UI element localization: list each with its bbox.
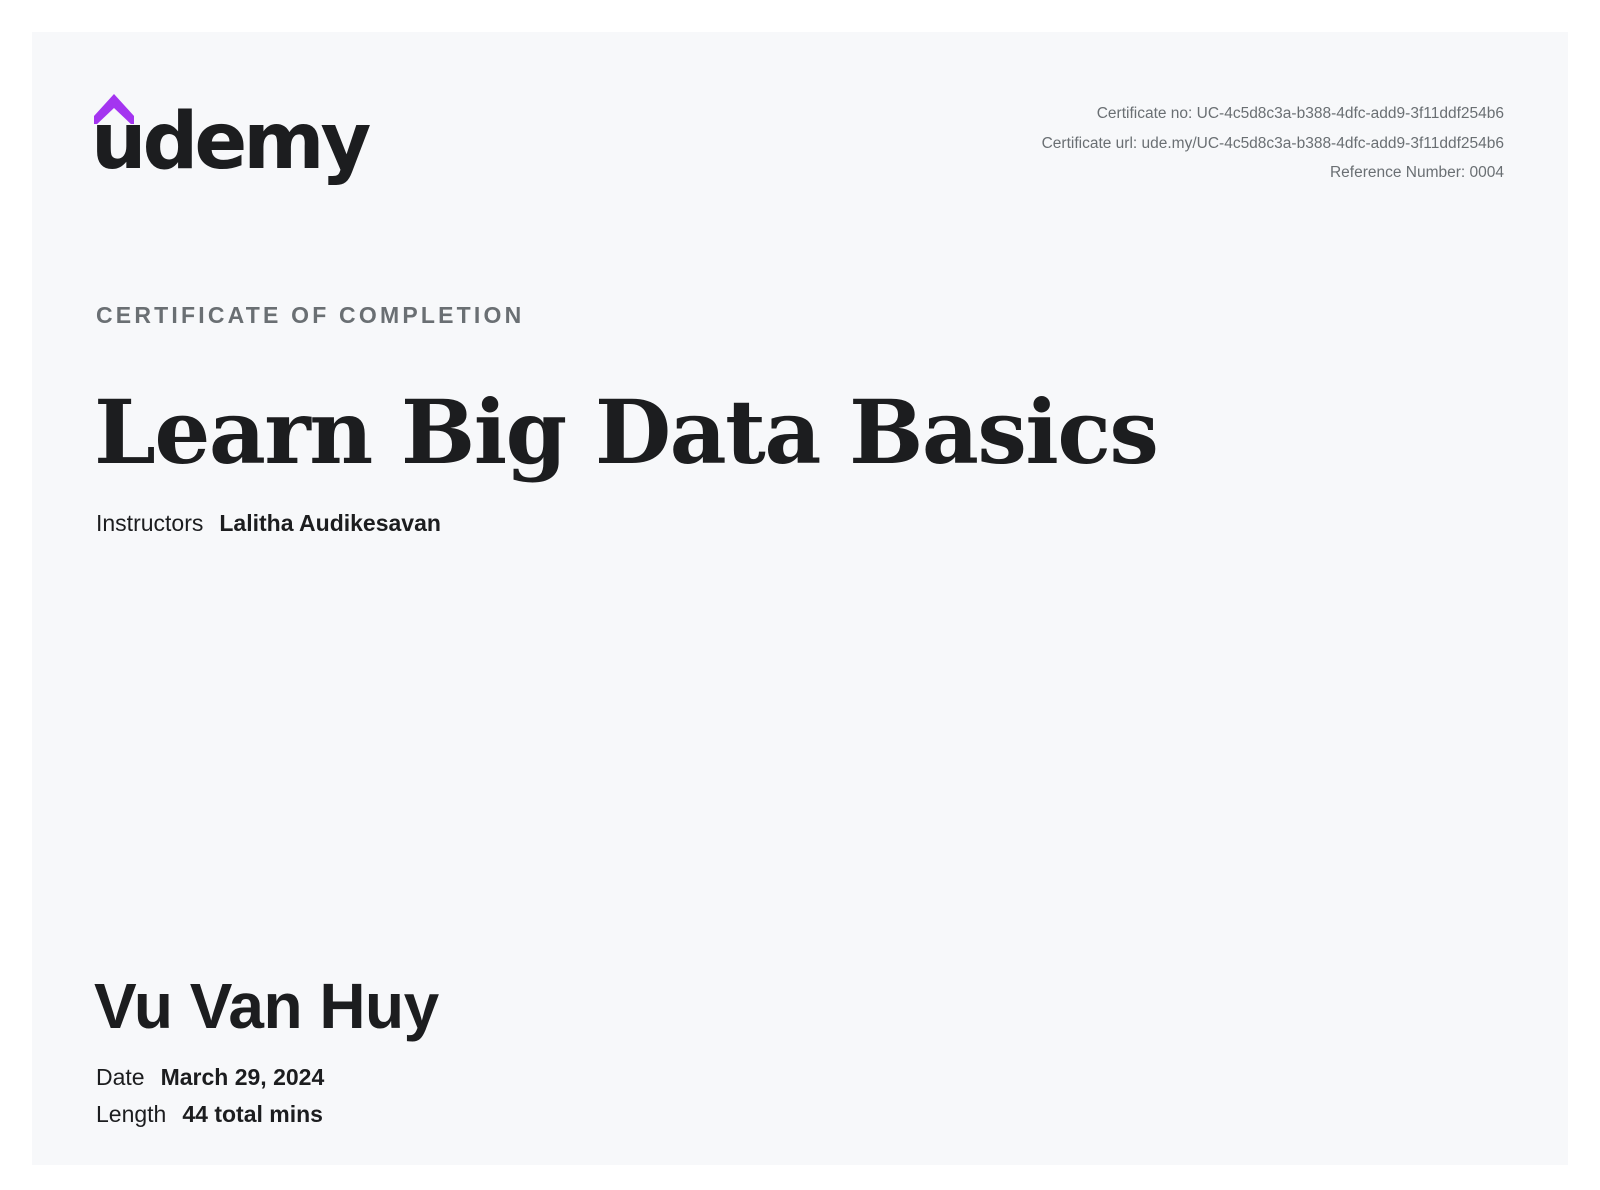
certificate-card: udemy Certificate no: UC-4c5d8c3a-b388-4… (32, 32, 1568, 1165)
length-value: 44 total mins (182, 1101, 323, 1127)
length-line: Length 44 total mins (96, 1101, 323, 1128)
logo-chevron-icon (94, 94, 134, 124)
certificate-label: CERTIFICATE OF COMPLETION (96, 302, 525, 328)
length-label: Length (96, 1101, 167, 1127)
date-label: Date (96, 1064, 145, 1090)
recipient-name: Vu Van Huy (94, 970, 439, 1042)
course-title: Learn Big Data Basics (94, 380, 1159, 484)
udemy-logo: udemy (91, 94, 371, 190)
certificate-url[interactable]: Certificate url: ude.my/UC-4c5d8c3a-b388… (1042, 129, 1504, 159)
instructor-name: Lalitha Audikesavan (219, 510, 441, 536)
certificate-number: Certificate no: UC-4c5d8c3a-b388-4dfc-ad… (1096, 105, 1504, 122)
date-line: Date March 29, 2024 (96, 1064, 324, 1091)
reference-number: Reference Number: 0004 (1329, 164, 1504, 181)
date-value: March 29, 2024 (160, 1064, 325, 1090)
instructors-label: Instructors (96, 510, 204, 536)
certificate-meta: Certificate no: UC-4c5d8c3a-b388-4dfc-ad… (1042, 99, 1504, 188)
instructors-line: Instructors Lalitha Audikesavan (96, 510, 441, 537)
